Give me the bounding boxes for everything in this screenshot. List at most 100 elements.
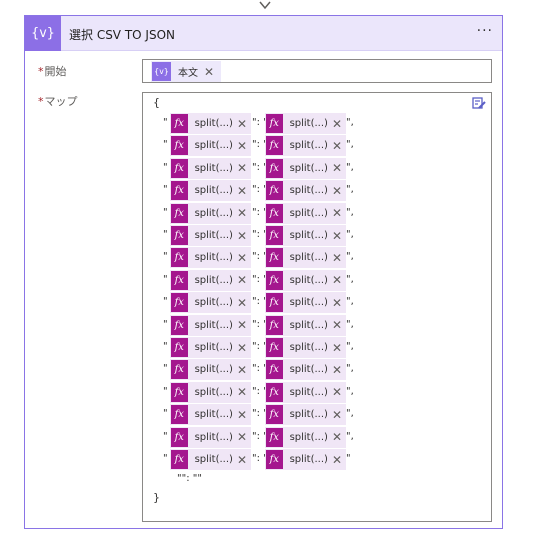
close-icon[interactable]: ✕ [233,385,251,399]
expression-token[interactable]: fx split(...) ✕ [170,202,251,224]
start-input[interactable]: {v} 本文 ✕ [142,59,492,83]
close-icon[interactable]: ✕ [233,318,251,332]
expression-token[interactable]: fx split(...) ✕ [170,135,251,157]
expression-token[interactable]: fx split(...) ✕ [170,113,251,134]
close-icon[interactable]: ✕ [328,408,346,422]
close-icon[interactable]: ✕ [233,430,251,444]
expression-token[interactable]: fx split(...) ✕ [265,269,346,291]
close-icon[interactable]: ✕ [233,184,251,198]
close-icon[interactable]: ✕ [328,117,346,131]
expression-token[interactable]: fx split(...) ✕ [170,381,251,403]
close-icon[interactable]: ✕ [328,229,346,243]
token-label: split(...) [194,274,233,286]
row-end-text: ", [346,363,354,375]
row-end-text: ", [346,273,354,285]
close-icon[interactable]: ✕ [328,161,346,175]
close-icon[interactable]: ✕ [328,273,346,287]
expression-token[interactable]: fx split(...) ✕ [170,404,251,426]
token-label: split(...) [289,252,328,264]
close-icon[interactable]: ✕ [204,65,218,79]
token-label: split(...) [289,454,328,465]
body-token[interactable]: {v} 本文 ✕ [151,61,221,82]
more-options-button[interactable]: ··· [477,23,493,39]
close-icon[interactable]: ✕ [233,273,251,287]
close-icon[interactable]: ✕ [328,184,346,198]
close-icon[interactable]: ✕ [233,408,251,422]
quote-text: " [163,408,168,420]
expression-token[interactable]: fx split(...) ✕ [170,449,251,470]
quote-text: " [163,430,168,442]
token-label: split(...) [194,364,233,376]
expression-token[interactable]: fx split(...) ✕ [170,337,251,358]
action-title[interactable]: 選択 CSV TO JSON [69,26,175,43]
expression-token[interactable]: fx split(...) ✕ [265,202,346,224]
expression-token[interactable]: fx split(...) ✕ [170,247,251,269]
close-icon[interactable]: ✕ [328,385,346,399]
expression-token[interactable]: fx split(...) ✕ [170,292,251,314]
map-row: " fx split(...) ✕ ": " fx split(...) ✕ ", [143,202,491,224]
expression-token[interactable]: fx split(...) ✕ [170,359,251,381]
expression-token[interactable]: fx split(...) ✕ [265,337,346,358]
close-icon[interactable]: ✕ [233,206,251,220]
expression-token[interactable]: fx split(...) ✕ [170,225,251,246]
close-icon[interactable]: ✕ [328,251,346,265]
select-action-card: {v} 選択 CSV TO JSON ··· *開始 {v} 本文 ✕ *マップ… [24,15,503,529]
quote-text: " [163,341,168,352]
close-icon[interactable]: ✕ [233,251,251,265]
close-icon[interactable]: ✕ [233,453,251,467]
close-icon[interactable]: ✕ [328,453,346,467]
close-icon[interactable]: ✕ [233,117,251,131]
expression-token[interactable]: fx split(...) ✕ [265,381,346,403]
quote-text: " [163,273,168,285]
expression-token[interactable]: fx split(...) ✕ [265,180,346,202]
start-label-text: 開始 [44,65,67,78]
close-icon[interactable]: ✕ [233,363,251,377]
expression-token[interactable]: fx split(...) ✕ [170,157,251,179]
row-end-text: ", [346,318,354,330]
token-label: split(...) [289,230,328,241]
quote-text: " [163,385,168,397]
expression-token[interactable]: fx split(...) ✕ [265,426,346,448]
token-label: split(...) [194,386,233,398]
close-icon[interactable]: ✕ [233,341,251,355]
map-input[interactable]: { " fx split(...) ✕ ": " fx split(...) ✕ ", " fx sp… [142,92,492,522]
expression-token[interactable]: fx split(...) ✕ [265,247,346,269]
token-label: split(...) [194,162,233,174]
quote-text: " [163,251,168,263]
expression-token[interactable]: fx split(...) ✕ [265,314,346,336]
expression-token[interactable]: fx split(...) ✕ [265,135,346,157]
close-icon[interactable]: ✕ [328,318,346,332]
expression-token[interactable]: fx split(...) ✕ [170,314,251,336]
close-icon[interactable]: ✕ [233,229,251,243]
expression-token[interactable]: fx split(...) ✕ [265,359,346,381]
expression-token[interactable]: fx split(...) ✕ [265,113,346,134]
row-end-text: ", [346,341,354,352]
close-icon[interactable]: ✕ [328,206,346,220]
fx-icon: fx [171,405,188,425]
map-row: " fx split(...) ✕ ": " fx split(...) ✕ ", [143,247,491,269]
expression-token[interactable]: fx split(...) ✕ [170,269,251,291]
expression-token[interactable]: fx split(...) ✕ [265,404,346,426]
close-icon[interactable]: ✕ [328,341,346,355]
expression-token[interactable]: fx split(...) ✕ [170,180,251,202]
close-icon[interactable]: ✕ [233,139,251,153]
quote-text: " [163,206,168,218]
close-icon[interactable]: ✕ [233,161,251,175]
fx-icon: fx [171,248,188,268]
close-icon[interactable]: ✕ [233,296,251,310]
action-header[interactable]: {v} 選択 CSV TO JSON ··· [25,16,502,51]
map-row: " fx split(...) ✕ ": " fx split(...) ✕ ", [143,292,491,314]
expression-token[interactable]: fx split(...) ✕ [265,292,346,314]
close-icon[interactable]: ✕ [328,296,346,310]
switch-to-text-mode-icon[interactable] [472,95,486,109]
close-icon[interactable]: ✕ [328,139,346,153]
expression-token[interactable]: fx split(...) ✕ [265,225,346,246]
fx-icon: fx [171,158,188,178]
fx-icon: fx [171,226,188,245]
expression-token[interactable]: fx split(...) ✕ [170,426,251,448]
close-icon[interactable]: ✕ [328,430,346,444]
quote-text: " [163,117,168,128]
expression-token[interactable]: fx split(...) ✕ [265,449,346,470]
close-icon[interactable]: ✕ [328,363,346,377]
expression-token[interactable]: fx split(...) ✕ [265,157,346,179]
